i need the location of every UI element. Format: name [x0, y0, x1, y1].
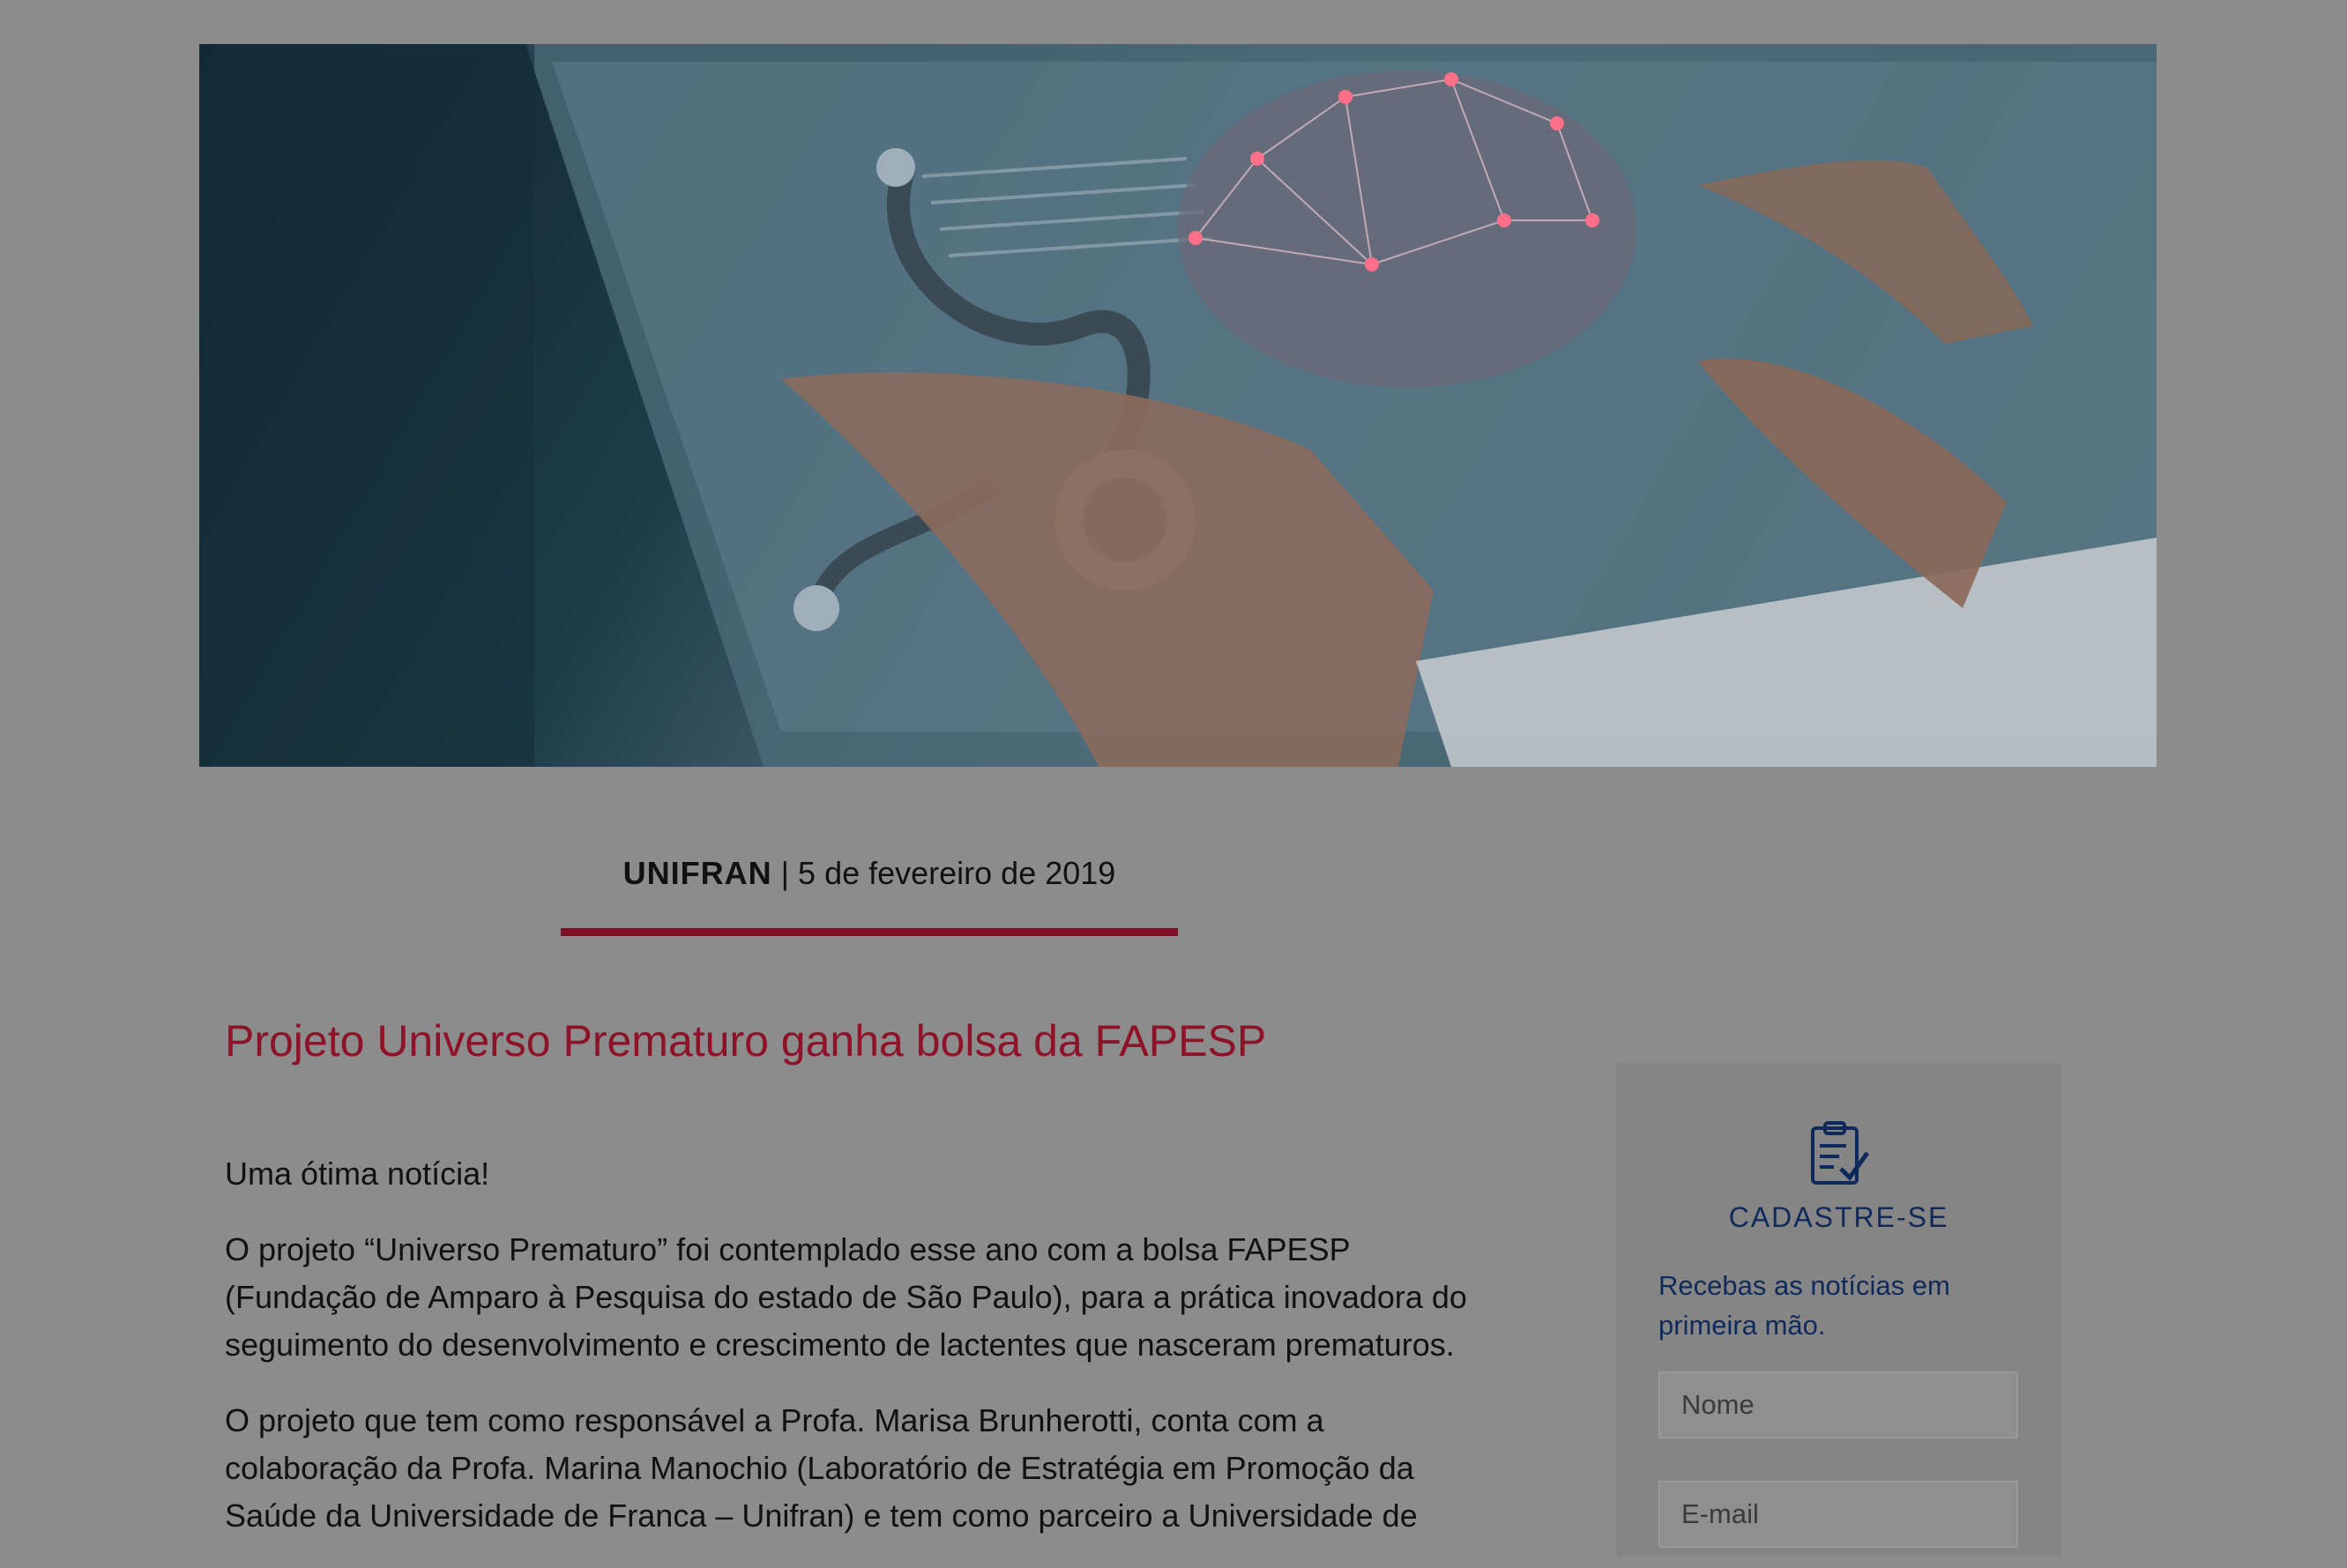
- article-paragraph: O projeto que tem como responsável a Pro…: [225, 1402, 1418, 1534]
- medical-brain-hero-image: [199, 44, 2157, 767]
- article-body: Uma ótima notícia! O projeto “Universo P…: [225, 1150, 1503, 1568]
- signup-subtitle: Recebas as notícias em primeira mão.: [1658, 1270, 1950, 1341]
- post-meta: UNIFRAN | 5 de fevereiro de 2019: [561, 855, 1178, 892]
- post-category[interactable]: UNIFRAN: [623, 855, 772, 891]
- signup-card: CADASTRE-SE Recebas as notícias em prime…: [1616, 1063, 2061, 1557]
- page: UNIFRAN | 5 de fevereiro de 2019 Projeto…: [0, 0, 2347, 1557]
- meta-separator: |: [780, 855, 790, 891]
- signup-title: CADASTRE-SE: [1728, 1201, 1949, 1233]
- article-paragraph: Uma ótima notícia!: [225, 1156, 490, 1192]
- clipboard-check-icon: [1811, 1121, 1870, 1185]
- name-field[interactable]: [1658, 1371, 2018, 1438]
- email-field[interactable]: [1658, 1481, 2018, 1548]
- hero-image: [199, 44, 2157, 767]
- article-title: Projeto Universo Prematuro ganha bolsa d…: [225, 1016, 1267, 1066]
- meta-divider: [561, 928, 1178, 936]
- post-date: 5 de fevereiro de 2019: [798, 855, 1116, 891]
- article-paragraph: O projeto “Universo Prematuro” foi conte…: [225, 1231, 1467, 1363]
